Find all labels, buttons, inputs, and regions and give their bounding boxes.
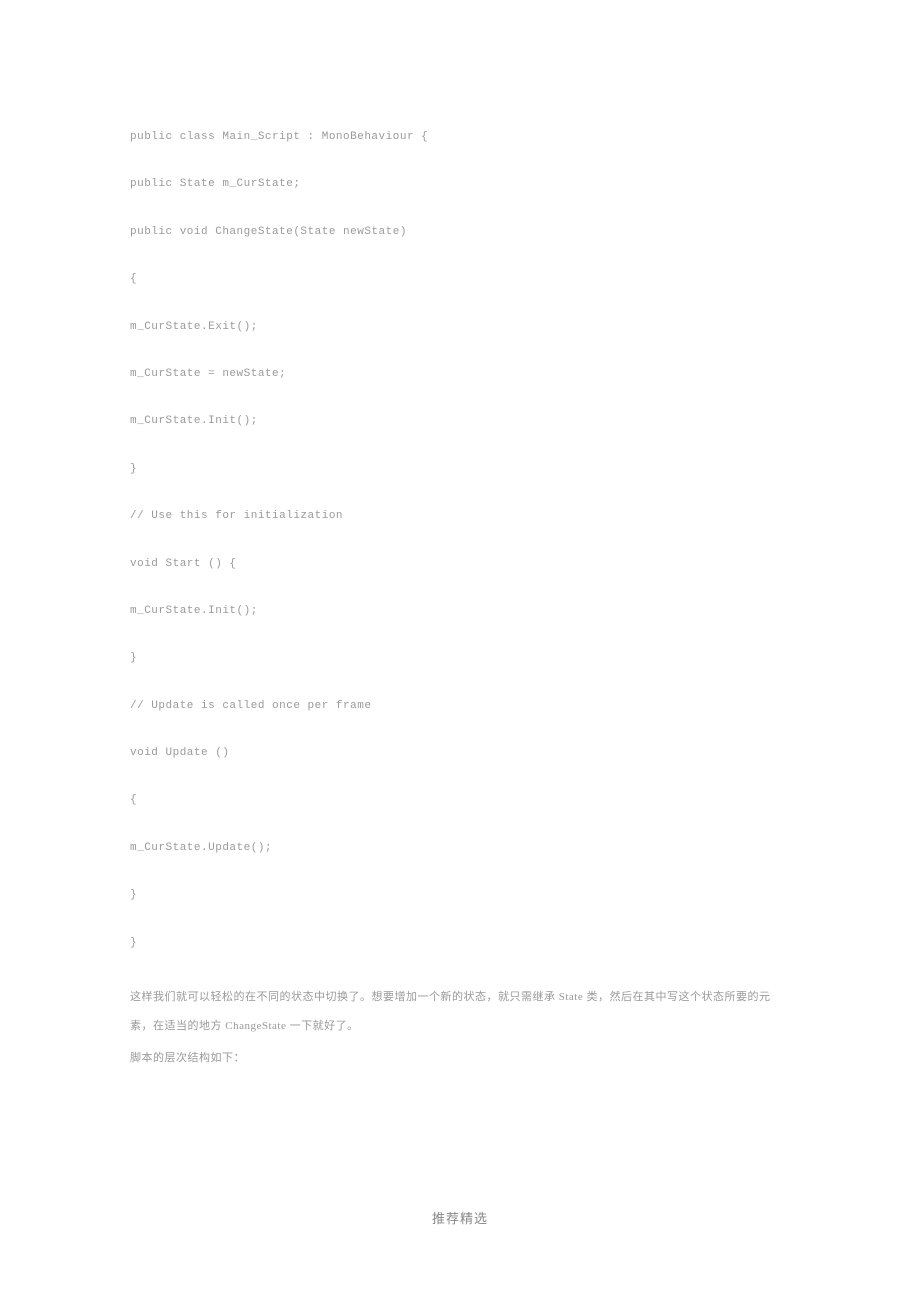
code-line: } [130,936,790,951]
code-line: public void ChangeState(State newState) [130,225,790,240]
code-line: m_CurState = newState; [130,367,790,382]
code-line: m_CurState.Init(); [130,604,790,619]
paragraph: 脚本的层次结构如下： [130,1044,790,1073]
code-line: } [130,888,790,903]
code-line: public class Main_Script : MonoBehaviour… [130,130,790,145]
code-line: m_CurState.Exit(); [130,320,790,335]
code-line: { [130,272,790,287]
code-line: // Update is called once per frame [130,699,790,714]
code-line: public State m_CurState; [130,177,790,192]
code-line: void Update () [130,746,790,761]
code-line: } [130,651,790,666]
code-line: } [130,462,790,477]
code-line: m_CurState.Update(); [130,841,790,856]
document-body: public class Main_Script : MonoBehaviour… [0,0,920,1073]
code-line: // Use this for initialization [130,509,790,524]
prose-block: 这样我们就可以轻松的在不同的状态中切换了。想要增加一个新的状态，就只需继承 St… [130,983,790,1073]
code-line: void Start () { [130,557,790,572]
page-footer: 推荐精选 [0,1208,920,1227]
code-line: { [130,793,790,808]
paragraph: 这样我们就可以轻松的在不同的状态中切换了。想要增加一个新的状态，就只需继承 St… [130,983,790,1040]
code-line: m_CurState.Init(); [130,414,790,429]
